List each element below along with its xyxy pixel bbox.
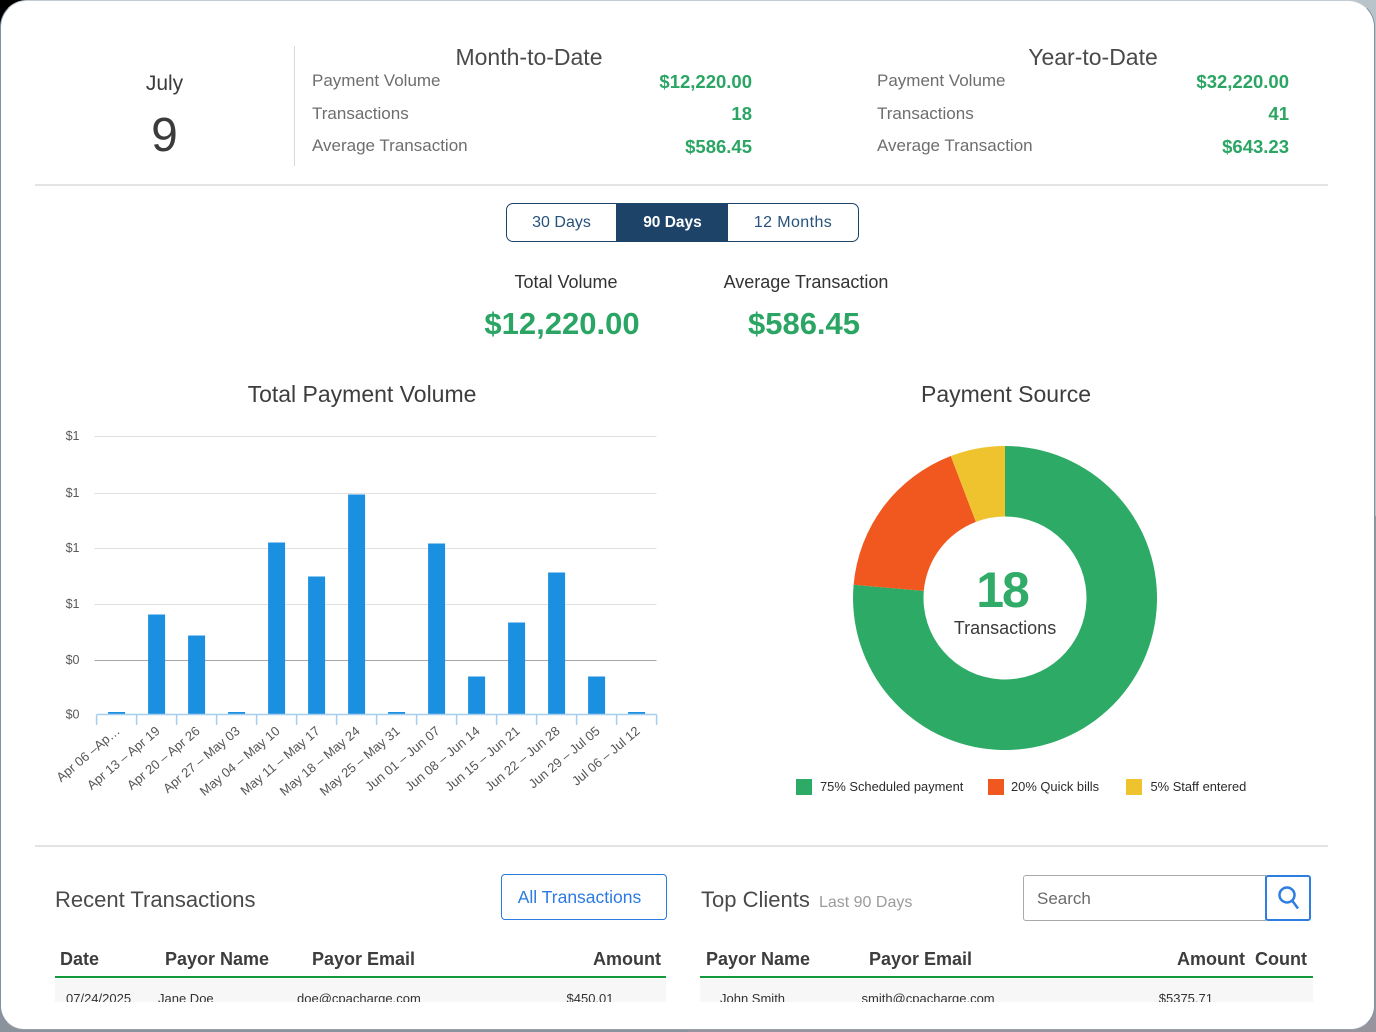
svg-text:$1: $1 — [66, 541, 80, 555]
svg-text:$0: $0 — [66, 653, 80, 667]
svg-text:$1: $1 — [66, 429, 80, 443]
svg-text:$1: $1 — [66, 486, 80, 500]
svg-text:$0: $0 — [66, 708, 80, 722]
svg-text:$1: $1 — [66, 597, 80, 611]
